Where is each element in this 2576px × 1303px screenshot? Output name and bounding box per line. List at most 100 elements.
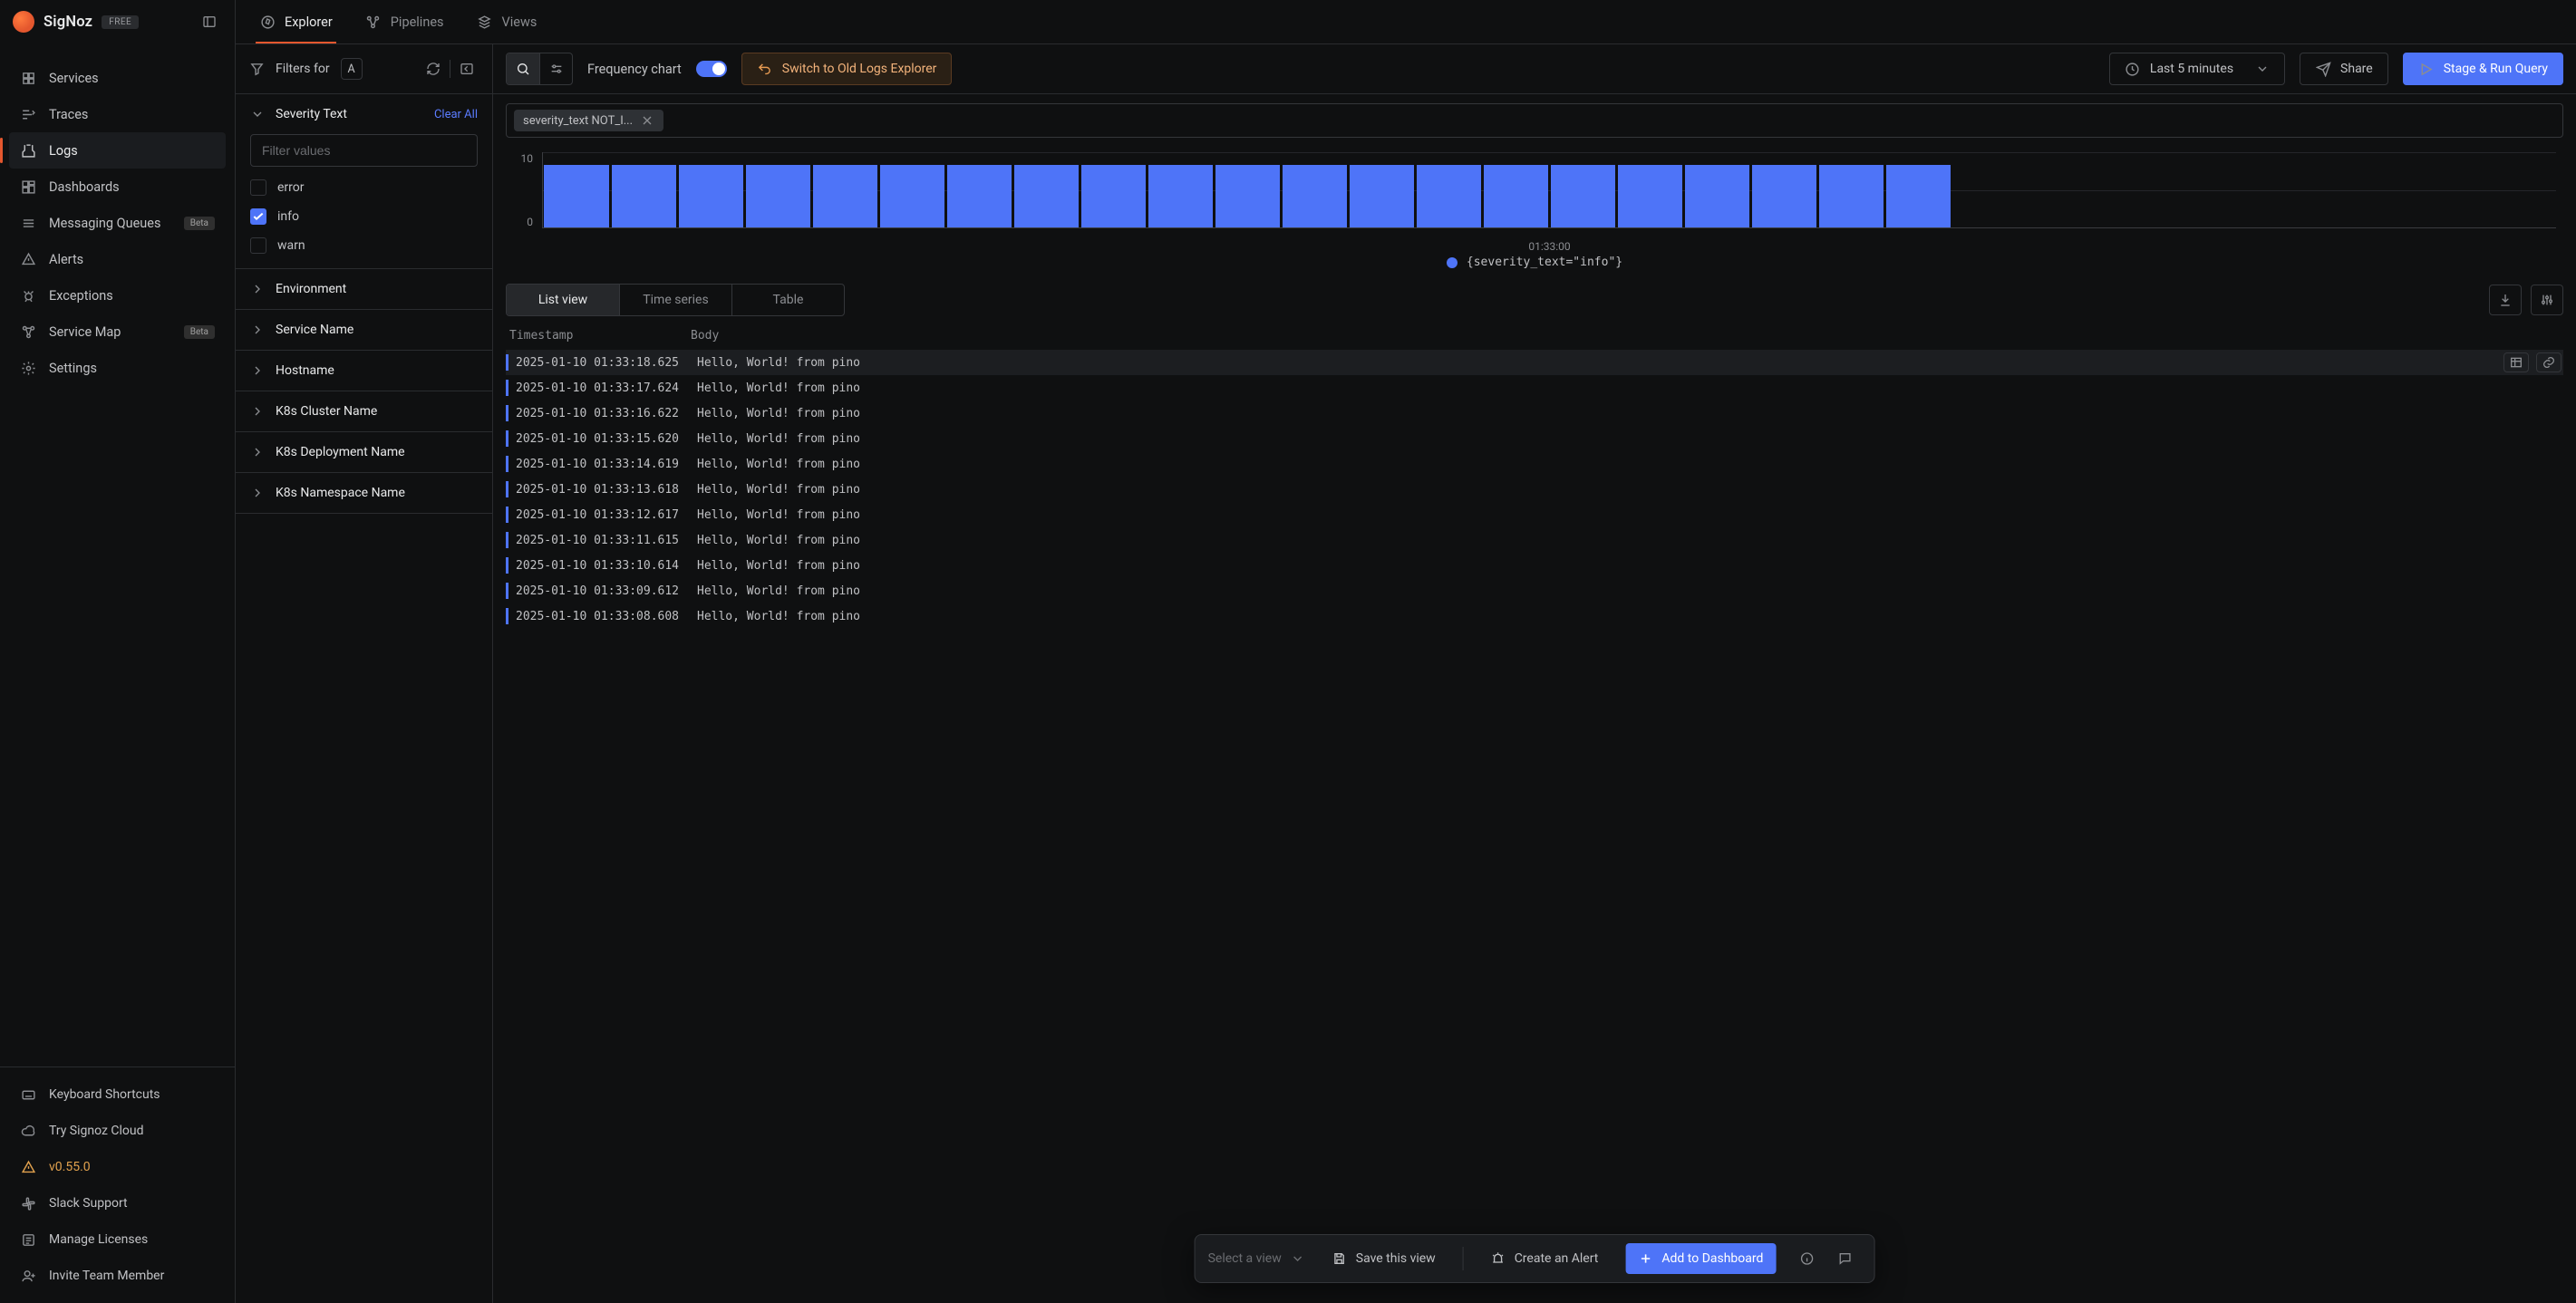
chart-bar[interactable] xyxy=(1148,165,1213,227)
sidebar-item-traces[interactable]: Traces xyxy=(9,96,226,132)
chart-bar[interactable] xyxy=(544,165,608,227)
log-row[interactable]: 2025-01-10 01:33:17.624Hello, World! fro… xyxy=(506,375,2563,401)
sidebar-item-dashboards[interactable]: Dashboards xyxy=(9,169,226,205)
log-row[interactable]: 2025-01-10 01:33:10.614Hello, World! fro… xyxy=(506,553,2563,578)
filter-head-environment[interactable]: Environment xyxy=(236,269,492,309)
filters-refresh-button[interactable] xyxy=(421,56,446,82)
filter-head-service-name[interactable]: Service Name xyxy=(236,310,492,350)
chevron-down-icon xyxy=(2255,62,2270,76)
log-row[interactable]: 2025-01-10 01:33:14.619Hello, World! fro… xyxy=(506,451,2563,477)
chart-bar[interactable] xyxy=(1685,165,1749,227)
chart-bar[interactable] xyxy=(1752,165,1816,227)
viewtab-table[interactable]: Table xyxy=(731,285,844,315)
chart-bar[interactable] xyxy=(612,165,676,227)
time-range-picker[interactable]: Last 5 minutes xyxy=(2109,53,2285,85)
checkbox[interactable] xyxy=(250,208,266,225)
log-row[interactable]: 2025-01-10 01:33:16.622Hello, World! fro… xyxy=(506,401,2563,426)
chart-bar[interactable] xyxy=(1014,165,1079,227)
query-field[interactable]: severity_text NOT_I... xyxy=(506,103,2563,138)
chart-bar[interactable] xyxy=(1886,165,1951,227)
chart-bar[interactable] xyxy=(679,165,743,227)
chart-bar[interactable] xyxy=(1618,165,1682,227)
log-row[interactable]: 2025-01-10 01:33:09.612Hello, World! fro… xyxy=(506,578,2563,603)
sidebar-item-services[interactable]: Services xyxy=(9,60,226,96)
sidebar-item-logs[interactable]: Logs xyxy=(9,132,226,169)
log-row[interactable]: 2025-01-10 01:33:15.620Hello, World! fro… xyxy=(506,426,2563,451)
filter-option-info[interactable]: info xyxy=(250,208,478,225)
query-builder-tab[interactable] xyxy=(539,53,572,84)
filters-collapse-button[interactable] xyxy=(454,56,479,82)
log-list[interactable]: 2025-01-10 01:33:18.625Hello, World! fro… xyxy=(493,350,2576,1303)
filter-search-input[interactable] xyxy=(250,134,478,167)
log-row[interactable]: 2025-01-10 01:33:12.617Hello, World! fro… xyxy=(506,502,2563,527)
severity-stripe xyxy=(506,481,508,497)
sidebar-item-servicemap[interactable]: Service MapBeta xyxy=(9,314,226,350)
log-row[interactable]: 2025-01-10 01:33:13.618Hello, World! fro… xyxy=(506,477,2563,502)
log-body: Hello, World! from pino xyxy=(697,458,2563,471)
run-query-button[interactable]: Stage & Run Query xyxy=(2403,53,2563,85)
chart-bar[interactable] xyxy=(746,165,810,227)
filter-option-warn[interactable]: warn xyxy=(250,237,478,254)
filter-head-k8s-cluster[interactable]: K8s Cluster Name xyxy=(236,391,492,431)
save-view-button[interactable]: Save this view xyxy=(1320,1243,1448,1274)
chart-plot[interactable]: 10 0 01:33:00 xyxy=(506,152,2563,254)
switch-old-explorer-button[interactable]: Switch to Old Logs Explorer xyxy=(741,53,953,85)
filter-head-hostname[interactable]: Hostname xyxy=(236,351,492,391)
dashboards-icon xyxy=(20,179,36,195)
row-context-button[interactable] xyxy=(2503,352,2529,372)
info-button[interactable] xyxy=(1790,1243,1823,1274)
chart-bar[interactable] xyxy=(1283,165,1347,227)
chart-bar[interactable] xyxy=(1215,165,1280,227)
chart-bar[interactable] xyxy=(1081,165,1146,227)
feedback-button[interactable] xyxy=(1828,1243,1861,1274)
sidebar-item-mq[interactable]: Messaging QueuesBeta xyxy=(9,205,226,241)
add-to-dashboard-button[interactable]: Add to Dashboard xyxy=(1625,1243,1776,1274)
chart-bar[interactable] xyxy=(813,165,877,227)
select-view-dropdown[interactable]: Select a view xyxy=(1208,1251,1305,1266)
filter-head-k8s-ns[interactable]: K8s Namespace Name xyxy=(236,473,492,513)
footer-item-cloud[interactable]: Try Signoz Cloud xyxy=(9,1113,226,1149)
filter-head-severity[interactable]: Severity Text Clear All xyxy=(236,94,492,134)
chip-remove-button[interactable] xyxy=(640,113,654,128)
row-copy-link-button[interactable] xyxy=(2536,352,2561,372)
filter-head-k8s-deploy[interactable]: K8s Deployment Name xyxy=(236,432,492,472)
sidebar-item-settings[interactable]: Settings xyxy=(9,350,226,386)
sidebar-collapse-button[interactable] xyxy=(197,9,222,34)
footer-item-slack[interactable]: Slack Support xyxy=(9,1185,226,1221)
footer-item-licenses[interactable]: Manage Licenses xyxy=(9,1221,226,1258)
viewtab-list[interactable]: List view xyxy=(507,285,619,315)
log-row[interactable]: 2025-01-10 01:33:18.625Hello, World! fro… xyxy=(506,350,2563,375)
add-to-dashboard-label: Add to Dashboard xyxy=(1661,1251,1763,1266)
chart-bar[interactable] xyxy=(1484,165,1548,227)
share-button[interactable]: Share xyxy=(2300,53,2388,85)
query-chip[interactable]: severity_text NOT_I... xyxy=(514,110,663,131)
log-row[interactable]: 2025-01-10 01:33:11.615Hello, World! fro… xyxy=(506,527,2563,553)
footer-item-version[interactable]: v0.55.0 xyxy=(9,1149,226,1185)
download-button[interactable] xyxy=(2489,285,2522,315)
chart-bar[interactable] xyxy=(1551,165,1615,227)
freq-chart-toggle[interactable] xyxy=(696,61,727,77)
footer-item-invite[interactable]: Invite Team Member xyxy=(9,1258,226,1294)
tab-explorer[interactable]: Explorer xyxy=(243,0,349,43)
chart-bar[interactable] xyxy=(1350,165,1414,227)
clear-all-button[interactable]: Clear All xyxy=(434,108,478,121)
chart-bar[interactable] xyxy=(947,165,1012,227)
sidebar-item-alerts[interactable]: Alerts xyxy=(9,241,226,277)
log-row[interactable]: 2025-01-10 01:33:08.608Hello, World! fro… xyxy=(506,603,2563,629)
chart-bar[interactable] xyxy=(1819,165,1884,227)
chart-bar[interactable] xyxy=(880,165,944,227)
create-alert-button[interactable]: Create an Alert xyxy=(1478,1243,1612,1274)
footer-item-shortcuts[interactable]: Keyboard Shortcuts xyxy=(9,1076,226,1113)
query-letter-chip[interactable]: A xyxy=(341,58,363,80)
tab-views[interactable]: Views xyxy=(460,0,554,43)
checkbox[interactable] xyxy=(250,237,266,254)
chevron-down-icon xyxy=(1291,1251,1305,1266)
chart-bar[interactable] xyxy=(1417,165,1481,227)
filter-option-error[interactable]: error xyxy=(250,179,478,196)
sidebar-item-exceptions[interactable]: Exceptions xyxy=(9,277,226,314)
checkbox[interactable] xyxy=(250,179,266,196)
tab-pipelines[interactable]: Pipelines xyxy=(349,0,460,43)
query-search-tab[interactable] xyxy=(507,53,539,84)
viewtab-time[interactable]: Time series xyxy=(619,285,731,315)
format-options-button[interactable] xyxy=(2531,285,2563,315)
